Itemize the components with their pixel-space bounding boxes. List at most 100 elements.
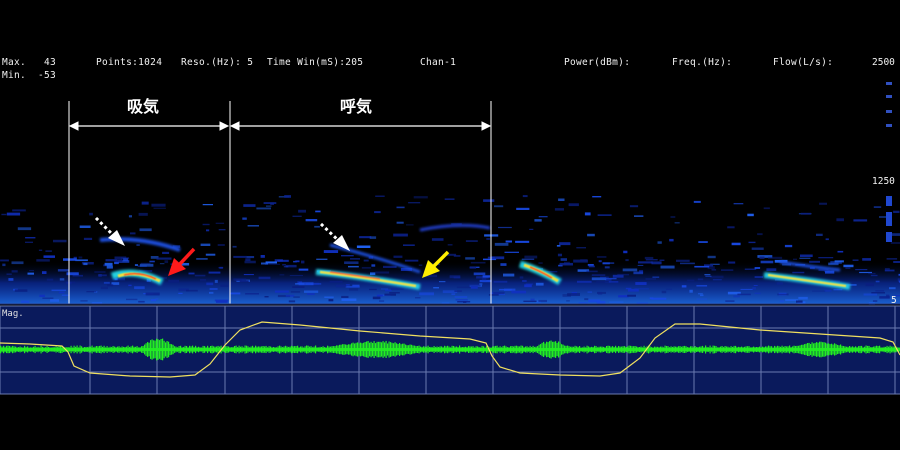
spectral-speckle [298,282,314,286]
spectral-speckle [385,289,392,292]
spectral-speckle [379,300,385,302]
signal-sample [586,345,588,354]
spectral-speckle [356,245,371,248]
spectral-speckle [890,242,900,244]
signal-sample [615,345,617,354]
spectral-speckle [470,286,478,289]
spectral-speckle [349,288,359,291]
spectral-speckle [479,283,483,285]
spectral-speckle [284,195,291,198]
spectral-speckle [637,264,644,266]
signal-sample [378,341,380,358]
signal-sample [111,347,113,352]
signal-sample [370,341,372,358]
signal-sample [669,347,671,352]
spectral-speckle [153,207,166,209]
signal-sample [463,346,465,353]
signal-sample [793,345,795,354]
signal-sample [408,345,410,354]
signal-sample [60,345,62,354]
signal-sample [390,342,392,357]
signal-sample [243,347,245,352]
signal-sample [655,346,657,353]
signal-sample [240,346,242,353]
signal-sample [694,346,696,353]
spectral-speckle [359,236,372,239]
signal-sample [225,346,227,353]
signal-sample [450,347,452,352]
spectral-speckle [277,259,289,262]
signal-sample [555,341,557,358]
signal-sample [544,343,546,356]
signal-sample [759,346,761,353]
spectral-speckle [645,259,658,261]
signal-sample [843,346,845,354]
signal-sample [201,347,203,352]
signal-sample [681,346,683,353]
spectral-speckle [598,260,602,263]
signal-sample [444,345,446,354]
spectral-speckle [57,269,69,272]
signal-sample [487,346,489,353]
spectral-speckle [523,300,537,302]
signal-sample [222,347,224,352]
signal-sample [295,346,297,353]
signal-sample [685,346,687,353]
spectral-speckle [465,240,478,242]
spectral-speckle [748,241,756,244]
spectral-speckle [818,257,834,259]
signal-sample [142,346,144,353]
signal-sample [229,347,231,352]
spectral-speckle [439,281,446,283]
signal-sample [127,345,129,354]
spectral-speckle [524,255,538,259]
spectral-speckle [602,262,610,265]
spectral-speckle [886,258,898,260]
signal-sample [354,343,356,356]
spectral-speckle [389,292,400,294]
spectral-speckle [470,261,486,264]
spectral-speckle [115,259,123,262]
spectral-speckle [104,262,113,266]
spectral-speckle [591,274,606,276]
signal-sample [724,346,726,353]
spectral-speckle [232,245,237,248]
signal-sample [894,346,896,353]
signal-sample [808,342,810,357]
spectral-speckle [623,250,628,254]
signal-sample [486,345,488,354]
signal-sample [189,345,191,354]
spectral-speckle [208,271,221,274]
spectral-speckle [264,296,269,298]
signal-sample [172,344,174,355]
spectral-speckle [396,206,405,209]
signal-sample [816,342,818,357]
signal-sample [820,341,822,358]
spectral-speckle [454,290,462,292]
spectral-speckle [721,269,734,271]
flow-curve [0,321,900,378]
spectral-speckle [516,207,530,210]
spectral-speckle [777,293,789,296]
spectral-speckle [403,244,415,246]
signal-sample [814,342,816,357]
signal-sample [862,347,864,352]
signal-sample [568,346,570,353]
signal-sample [376,341,378,358]
signal-sample [645,347,647,352]
spectral-speckle [246,256,255,259]
signal-sample [366,341,368,358]
spectral-speckle [383,265,397,268]
signal-sample [475,346,477,353]
signal-sample [676,346,678,353]
signal-sample [546,341,548,358]
signal-sample [90,346,92,353]
spectral-speckle [793,258,797,260]
signal-sample [16,347,18,352]
signal-sample [697,347,699,352]
spectral-speckle [530,298,535,301]
signal-sample [661,346,663,353]
signal-sample [124,347,126,353]
spectral-speckle [733,203,744,205]
spectral-speckle [350,258,360,260]
